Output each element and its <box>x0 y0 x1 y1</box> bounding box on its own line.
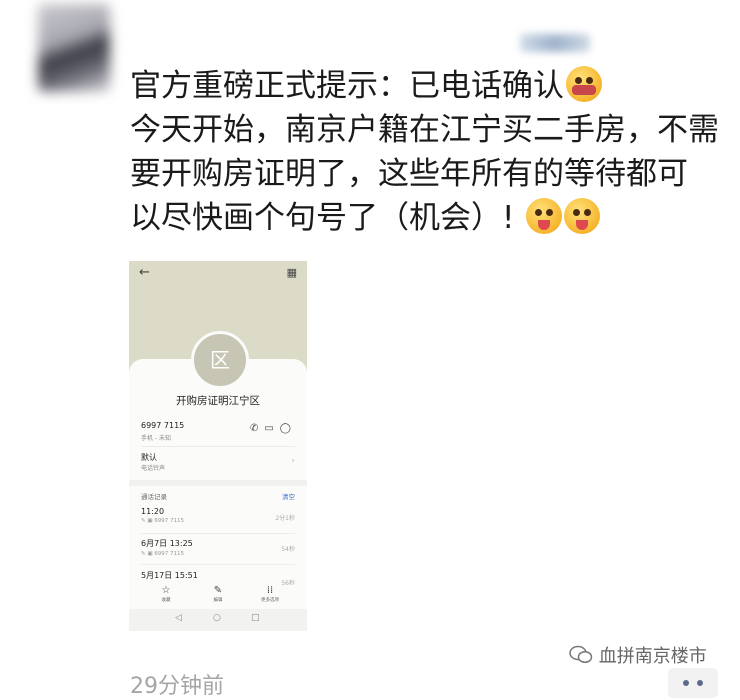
post-line-3: 要开购房证明了，这些年所有的等待都可 <box>130 156 688 192</box>
phone-number: 6997 7115 <box>141 421 185 430</box>
watermark: 血拼南京楼市 <box>569 642 707 668</box>
tab-more: ⁞⁞ 更多选项 <box>250 585 290 603</box>
tab-favorite: ☆ 收藏 <box>146 585 186 603</box>
post-text: 官方重磅正式提示：已电话确认 今天开始，南京户籍在江宁买二手房，不需 要开购房证… <box>130 64 720 240</box>
contact-tab-bar: ☆ 收藏 ✎ 编辑 ⁞⁞ 更多选项 <box>129 585 307 609</box>
call-log-item: 6月7日 13:25 ✎ ▣ 6997 7115 54秒 <box>141 539 295 557</box>
clear-call-log: 清空 <box>282 493 295 501</box>
nav-home-icon: ○ <box>213 613 221 623</box>
ringtone-label: 默认 <box>141 453 157 462</box>
call-icon: ✎ ▣ <box>141 518 155 524</box>
call-log-item: 11:20 ✎ ▣ 6997 7115 2分1秒 <box>141 507 295 524</box>
qr-code-icon: ▦ <box>286 266 297 279</box>
contact-avatar: 区 <box>191 331 249 389</box>
more-actions-button[interactable] <box>668 668 718 698</box>
android-nav-bar: ◁ ○ □ <box>129 609 307 631</box>
post-line-4: 以尽快画个句号了（机会）! <box>130 196 720 240</box>
divider <box>141 564 295 565</box>
face-with-mask-emoji <box>566 66 602 102</box>
post-line-1: 官方重磅正式提示：已电话确认 <box>130 64 720 108</box>
section-separator <box>129 480 307 486</box>
author-name-blurred[interactable] <box>520 34 590 52</box>
star-icon: ☆ <box>161 585 171 596</box>
edit-icon: ✎ <box>213 585 223 596</box>
contact-name: 开购房证明江宁区 <box>176 395 260 407</box>
message-icon: ◯ <box>279 423 297 434</box>
chevron-right-icon: › <box>291 456 295 466</box>
post-line-2: 今天开始，南京户籍在江宁买二手房，不需 <box>130 112 719 148</box>
video-icon: ▭ <box>264 423 280 434</box>
winking-tongue-emoji <box>526 198 563 234</box>
wechat-icon <box>569 645 593 664</box>
contact-screenshot-image[interactable]: ← ▦ 区 开购房证明江宁区 6997 7115 手机 - 未知 ✆▭◯ 默认 … <box>129 261 307 631</box>
ringtone-sub: 电话铃声 <box>141 465 166 472</box>
nav-back-icon: ◁ <box>175 613 182 623</box>
back-arrow-icon: ← <box>139 265 150 280</box>
winking-tongue-emoji <box>564 198 601 234</box>
post-timestamp: 29分钟前 <box>130 674 224 699</box>
more-dots-icon: ⁞⁞ <box>266 585 274 596</box>
call-icon: ✎ ▣ <box>141 551 155 557</box>
tab-edit: ✎ 编辑 <box>198 585 238 603</box>
phone-number-sub: 手机 - 未知 <box>141 435 171 442</box>
phone-icon: ✆ <box>249 423 265 434</box>
avatar[interactable] <box>38 4 110 92</box>
contact-action-icons: ✆▭◯ <box>250 423 297 434</box>
nav-recent-icon: □ <box>251 613 260 623</box>
call-log-title: 通话记录 <box>141 493 167 501</box>
divider <box>141 446 295 447</box>
divider <box>141 533 295 534</box>
call-log-item: 5月17日 15:51 56秒 <box>141 571 295 587</box>
